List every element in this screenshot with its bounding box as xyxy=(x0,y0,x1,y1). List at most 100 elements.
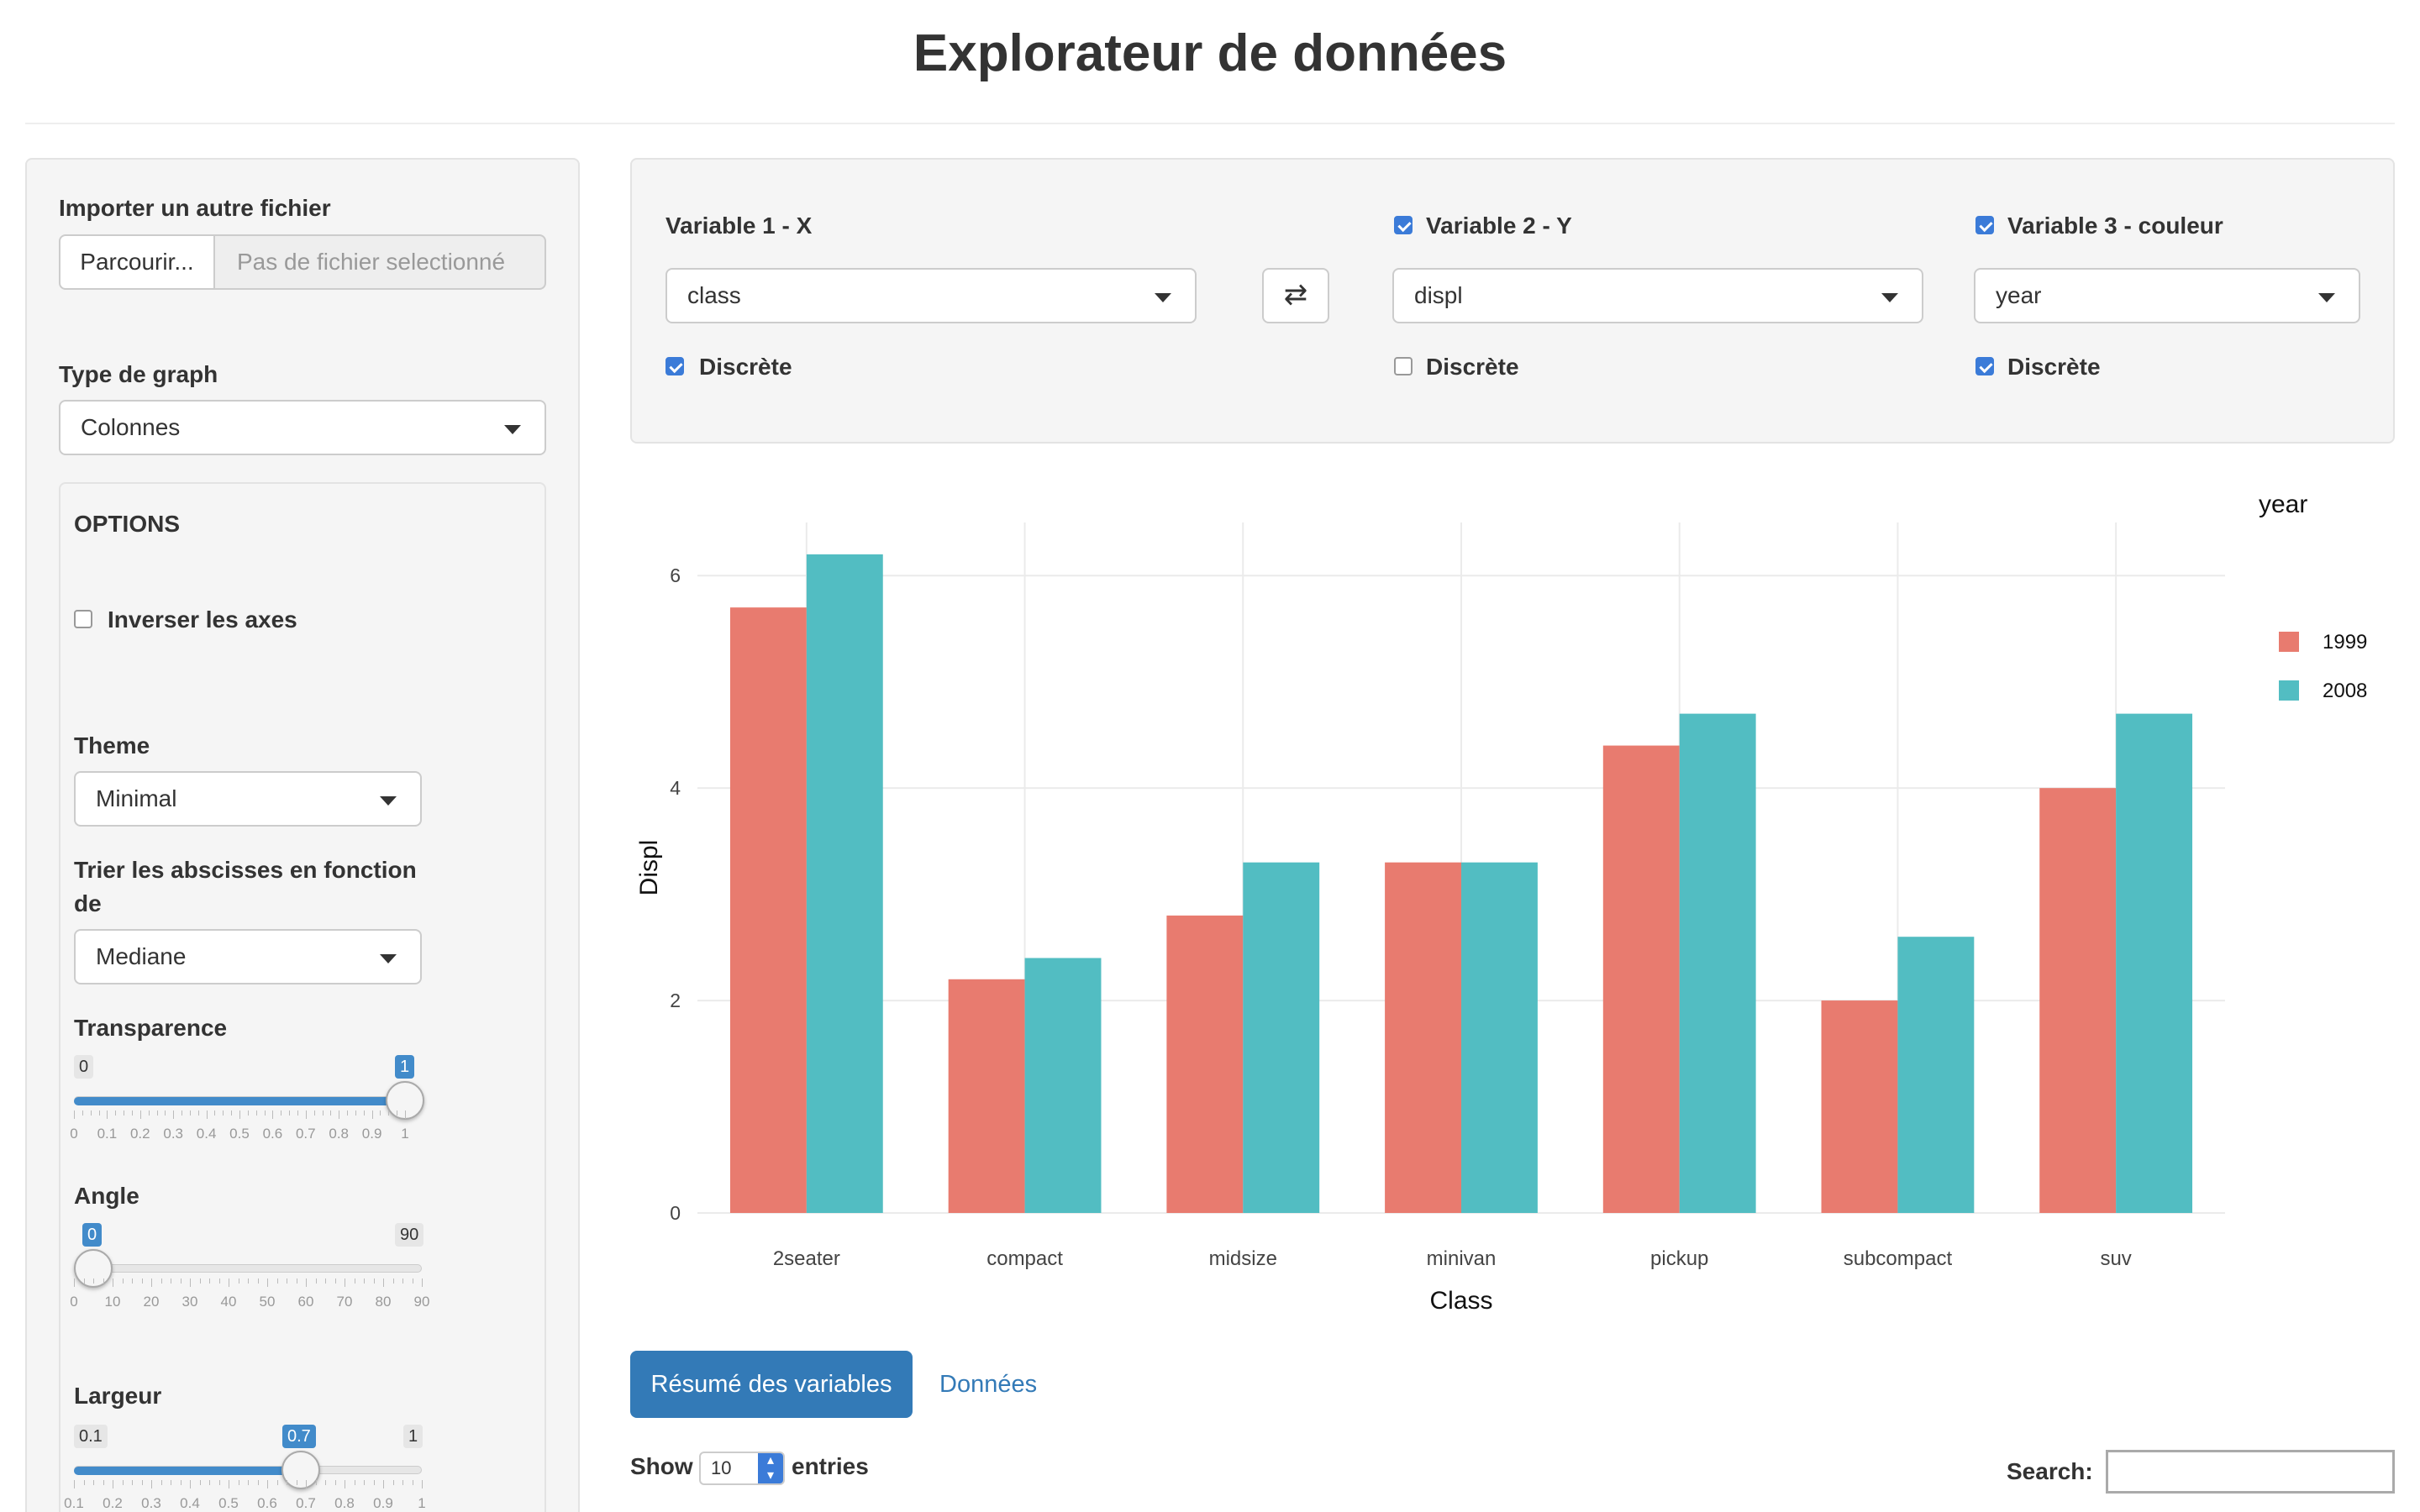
bar-2seater-2008 xyxy=(806,554,883,1213)
var2-discrete-checkbox[interactable] xyxy=(1394,357,1413,375)
theme-select[interactable]: Minimal xyxy=(74,771,422,827)
import-label: Importer un autre fichier xyxy=(59,195,331,221)
transparence-tick-label: 0.5 xyxy=(229,1126,250,1142)
angle-tick-mark xyxy=(103,1278,104,1284)
transparence-tick-mark xyxy=(98,1110,100,1116)
show-label: Show xyxy=(630,1453,693,1479)
transparence-tick-label: 0.9 xyxy=(361,1126,382,1142)
angle-tick-label: 70 xyxy=(336,1294,353,1310)
angle-tick-mark xyxy=(402,1278,403,1284)
angle-tick-mark xyxy=(276,1278,278,1284)
largeur-tick-mark xyxy=(141,1480,143,1485)
transparence-tick-mark xyxy=(156,1110,158,1116)
x-tick-label: midsize xyxy=(1209,1247,1277,1270)
angle-tick-mark xyxy=(141,1278,143,1284)
angle-tick-mark xyxy=(392,1278,394,1284)
largeur-tick-mark xyxy=(402,1480,403,1485)
var3-discrete-checkbox[interactable] xyxy=(1975,357,1994,375)
x-tick-label: minivan xyxy=(1427,1247,1497,1270)
transparence-tick-mark xyxy=(363,1110,365,1116)
var1-discrete-label: Discrète xyxy=(699,354,792,380)
angle-tick-label: 30 xyxy=(182,1294,198,1310)
angle-tick-mark xyxy=(383,1278,384,1287)
largeur-tick-mark xyxy=(334,1480,336,1485)
transparence-tick-mark xyxy=(371,1110,373,1119)
invert-axes-checkbox[interactable] xyxy=(74,610,92,628)
bar-minivan-2008 xyxy=(1461,862,1538,1213)
transparence-tick-label: 0.8 xyxy=(329,1126,350,1142)
var2-select[interactable]: displ xyxy=(1392,268,1923,323)
angle-tick-mark xyxy=(315,1278,317,1284)
var1-select[interactable]: class xyxy=(666,268,1197,323)
largeur-tick-label: 0.7 xyxy=(296,1495,316,1511)
sort-select[interactable]: Mediane xyxy=(74,929,422,984)
largeur-tick-label: 0.3 xyxy=(141,1495,161,1511)
largeur-tick-mark xyxy=(276,1480,278,1485)
updown-arrows-icon: ▴ ▾ xyxy=(758,1453,783,1483)
transparence-tick-mark xyxy=(272,1110,274,1119)
largeur-tick-mark xyxy=(364,1480,365,1485)
entries-label: entries xyxy=(792,1453,869,1479)
angle-tick-mark xyxy=(334,1278,336,1284)
largeur-tick-mark xyxy=(180,1480,182,1485)
options-box xyxy=(59,482,546,1512)
chevron-down-icon xyxy=(2318,293,2335,302)
transparence-tick-label: 0.4 xyxy=(196,1126,217,1142)
chevron-down-icon xyxy=(380,796,397,806)
sort-label-continued: de xyxy=(74,890,102,916)
angle-value: 0 xyxy=(82,1223,103,1247)
transparence-tick-label: 0.2 xyxy=(129,1126,150,1142)
angle-track[interactable] xyxy=(74,1264,422,1273)
var3-select[interactable]: year xyxy=(1974,268,2360,323)
browse-button[interactable]: Parcourir... xyxy=(59,234,215,290)
theme-label: Theme xyxy=(74,732,150,759)
tab-summary[interactable]: Résumé des variables xyxy=(630,1351,913,1418)
y-tick-label: 4 xyxy=(670,777,681,799)
page-title: Explorateur de données xyxy=(913,24,1507,82)
transparence-tick-mark xyxy=(82,1110,83,1116)
angle-tick-label: 90 xyxy=(413,1294,430,1310)
transparence-tick-mark xyxy=(330,1110,332,1116)
largeur-tick-mark xyxy=(248,1480,249,1485)
transparence-tick-label: 0.6 xyxy=(262,1126,283,1142)
entries-select[interactable]: 10 ▴ ▾ xyxy=(699,1452,785,1485)
tab-data[interactable]: Données xyxy=(939,1351,1037,1418)
x-tick-label: compact xyxy=(986,1247,1063,1270)
legend-swatch-2008 xyxy=(2279,680,2299,701)
file-name-field[interactable]: Pas de fichier selectionné xyxy=(213,234,546,290)
bar-pickup-2008 xyxy=(1679,713,1756,1213)
largeur-tick-mark xyxy=(392,1480,394,1485)
swap-button[interactable]: ⇄ xyxy=(1262,268,1329,323)
var3-enable-checkbox[interactable] xyxy=(1975,216,1994,234)
transparence-tick-label: 1 xyxy=(401,1126,409,1142)
largeur-tick-label: 0.6 xyxy=(257,1495,277,1511)
angle-tick-mark xyxy=(160,1278,162,1284)
largeur-tick-mark xyxy=(373,1480,375,1485)
largeur-tick-label: 1 xyxy=(418,1495,426,1511)
angle-max: 90 xyxy=(395,1223,424,1247)
transparence-tick-mark xyxy=(405,1110,406,1119)
entries-value: 10 xyxy=(711,1457,732,1478)
largeur-tick-label: 0.8 xyxy=(334,1495,355,1511)
largeur-tick-mark xyxy=(190,1480,191,1488)
swap-icon: ⇄ xyxy=(1283,279,1308,311)
angle-tick-label: 0 xyxy=(70,1294,78,1310)
transparence-tick-label: 0.7 xyxy=(295,1126,316,1142)
largeur-tick-mark xyxy=(74,1480,75,1488)
largeur-tick-mark xyxy=(209,1480,210,1485)
transparence-tick-mark xyxy=(115,1110,117,1116)
var2-enable-checkbox[interactable] xyxy=(1394,216,1413,234)
angle-tick-label: 20 xyxy=(143,1294,160,1310)
transparence-tick-mark xyxy=(388,1110,390,1116)
transparence-tick-mark xyxy=(74,1110,75,1119)
legend-label-2008: 2008 xyxy=(2323,680,2367,702)
graph-type-select[interactable]: Colonnes xyxy=(59,400,546,455)
search-input[interactable] xyxy=(2106,1450,2395,1494)
angle-tick-label: 40 xyxy=(220,1294,237,1310)
bar-compact-2008 xyxy=(1024,958,1102,1213)
transparence-tick-mark xyxy=(255,1110,257,1116)
var1-discrete-checkbox[interactable] xyxy=(666,357,684,375)
largeur-tick-mark xyxy=(103,1480,104,1485)
largeur-tick-mark xyxy=(306,1480,307,1488)
angle-tick-mark xyxy=(74,1278,75,1287)
